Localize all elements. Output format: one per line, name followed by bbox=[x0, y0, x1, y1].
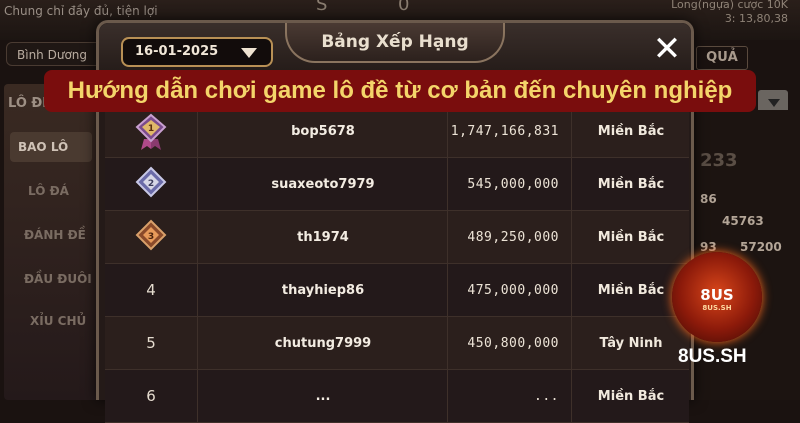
leaderboard-table: 1 bop5678 1,747,166,831 Miền Bắc 2 suaxe… bbox=[105, 105, 689, 423]
svg-text:1: 1 bbox=[148, 124, 154, 134]
province-select[interactable]: Bình Dương bbox=[6, 42, 104, 66]
player-name: ... bbox=[197, 370, 448, 423]
background-score-center: 0 bbox=[398, 0, 410, 15]
player-score: 1,747,166,831 bbox=[447, 105, 571, 158]
player-score: 475,000,000 bbox=[447, 264, 571, 317]
table-row[interactable]: 2 suaxeoto7979 545,000,000 Miền Bắc bbox=[105, 158, 689, 211]
player-region: Miền Bắc bbox=[571, 211, 690, 264]
player-name: chutung7999 bbox=[197, 317, 448, 370]
bet-type-bao-lo[interactable]: BAO LÔ bbox=[10, 132, 92, 162]
player-score: 545,000,000 bbox=[447, 158, 571, 211]
svg-text:2: 2 bbox=[148, 179, 154, 189]
table-row[interactable]: 3 th1974 489,250,000 Miền Bắc bbox=[105, 211, 689, 264]
svg-text:3: 3 bbox=[148, 232, 154, 242]
brand-logo: 8US 8US.SH bbox=[672, 252, 762, 342]
table-row[interactable]: 4 thayhiep86 475,000,000 Miền Bắc bbox=[105, 264, 689, 317]
table-row[interactable]: 5 chutung7999 450,800,000 Tây Ninh bbox=[105, 317, 689, 370]
player-region: Miền Bắc bbox=[571, 105, 690, 158]
background-top-right-line2: 3: 13,80,38 bbox=[724, 12, 788, 25]
rank-cell: 1 bbox=[105, 105, 197, 158]
player-name: bop5678 bbox=[197, 105, 448, 158]
logo-subtext: 8US.SH bbox=[702, 304, 732, 312]
rank-cell: 3 bbox=[105, 211, 197, 264]
silver-medal-icon: 2 bbox=[135, 166, 167, 198]
player-name: suaxeoto7979 bbox=[197, 158, 448, 211]
logo-text: 8US bbox=[700, 286, 734, 304]
background-score-s: S bbox=[316, 0, 328, 15]
player-region: Miền Bắc bbox=[571, 370, 690, 423]
rank-cell: 6 bbox=[146, 387, 156, 405]
player-region: Tây Ninh bbox=[571, 317, 690, 370]
gold-medal-icon: 1 bbox=[135, 113, 167, 150]
rank-cell: 2 bbox=[105, 158, 197, 211]
player-score: ... bbox=[447, 370, 571, 423]
background-result-number: 57200 bbox=[740, 240, 782, 254]
rank-cell: 4 bbox=[146, 281, 156, 299]
player-score: 489,250,000 bbox=[447, 211, 571, 264]
leaderboard-title: Bảng Xếp Hạng bbox=[285, 23, 505, 63]
background-result-number: 86 bbox=[700, 192, 717, 206]
player-name: th1974 bbox=[197, 211, 448, 264]
chevron-down-icon bbox=[241, 48, 257, 58]
bet-type-danh-de[interactable]: ĐÁNH ĐỀ bbox=[24, 220, 106, 250]
close-button[interactable]: ✕ bbox=[647, 29, 687, 69]
chevron-down-icon bbox=[768, 99, 780, 107]
player-region: Miền Bắc bbox=[571, 158, 690, 211]
rank-cell: 5 bbox=[146, 334, 156, 352]
site-name: 8US.SH bbox=[678, 346, 747, 367]
player-name: thayhiep86 bbox=[197, 264, 448, 317]
player-score: 450,800,000 bbox=[447, 317, 571, 370]
date-picker[interactable]: 16-01-2025 bbox=[121, 37, 273, 67]
background-result-number: 45763 bbox=[722, 214, 764, 228]
background-result-button[interactable]: QUẢ bbox=[696, 46, 748, 70]
article-title-banner: Hướng dẫn chơi game lô đề từ cơ bản đến … bbox=[44, 70, 756, 112]
bronze-medal-icon: 3 bbox=[135, 219, 167, 251]
table-row[interactable]: 6 ... ... Miền Bắc bbox=[105, 370, 689, 423]
background-top-right-line1: Long(ngựa) cược 10K bbox=[671, 0, 788, 11]
date-value: 16-01-2025 bbox=[135, 44, 219, 59]
bet-type-dau-duoi[interactable]: ĐẦU ĐUÔI bbox=[24, 264, 106, 294]
table-row[interactable]: 1 bop5678 1,747,166,831 Miền Bắc bbox=[105, 105, 689, 158]
background-result-number: 233 bbox=[700, 150, 738, 171]
background-top-left-text: Chung chỉ đầy đủ, tiện lợi bbox=[4, 4, 158, 18]
